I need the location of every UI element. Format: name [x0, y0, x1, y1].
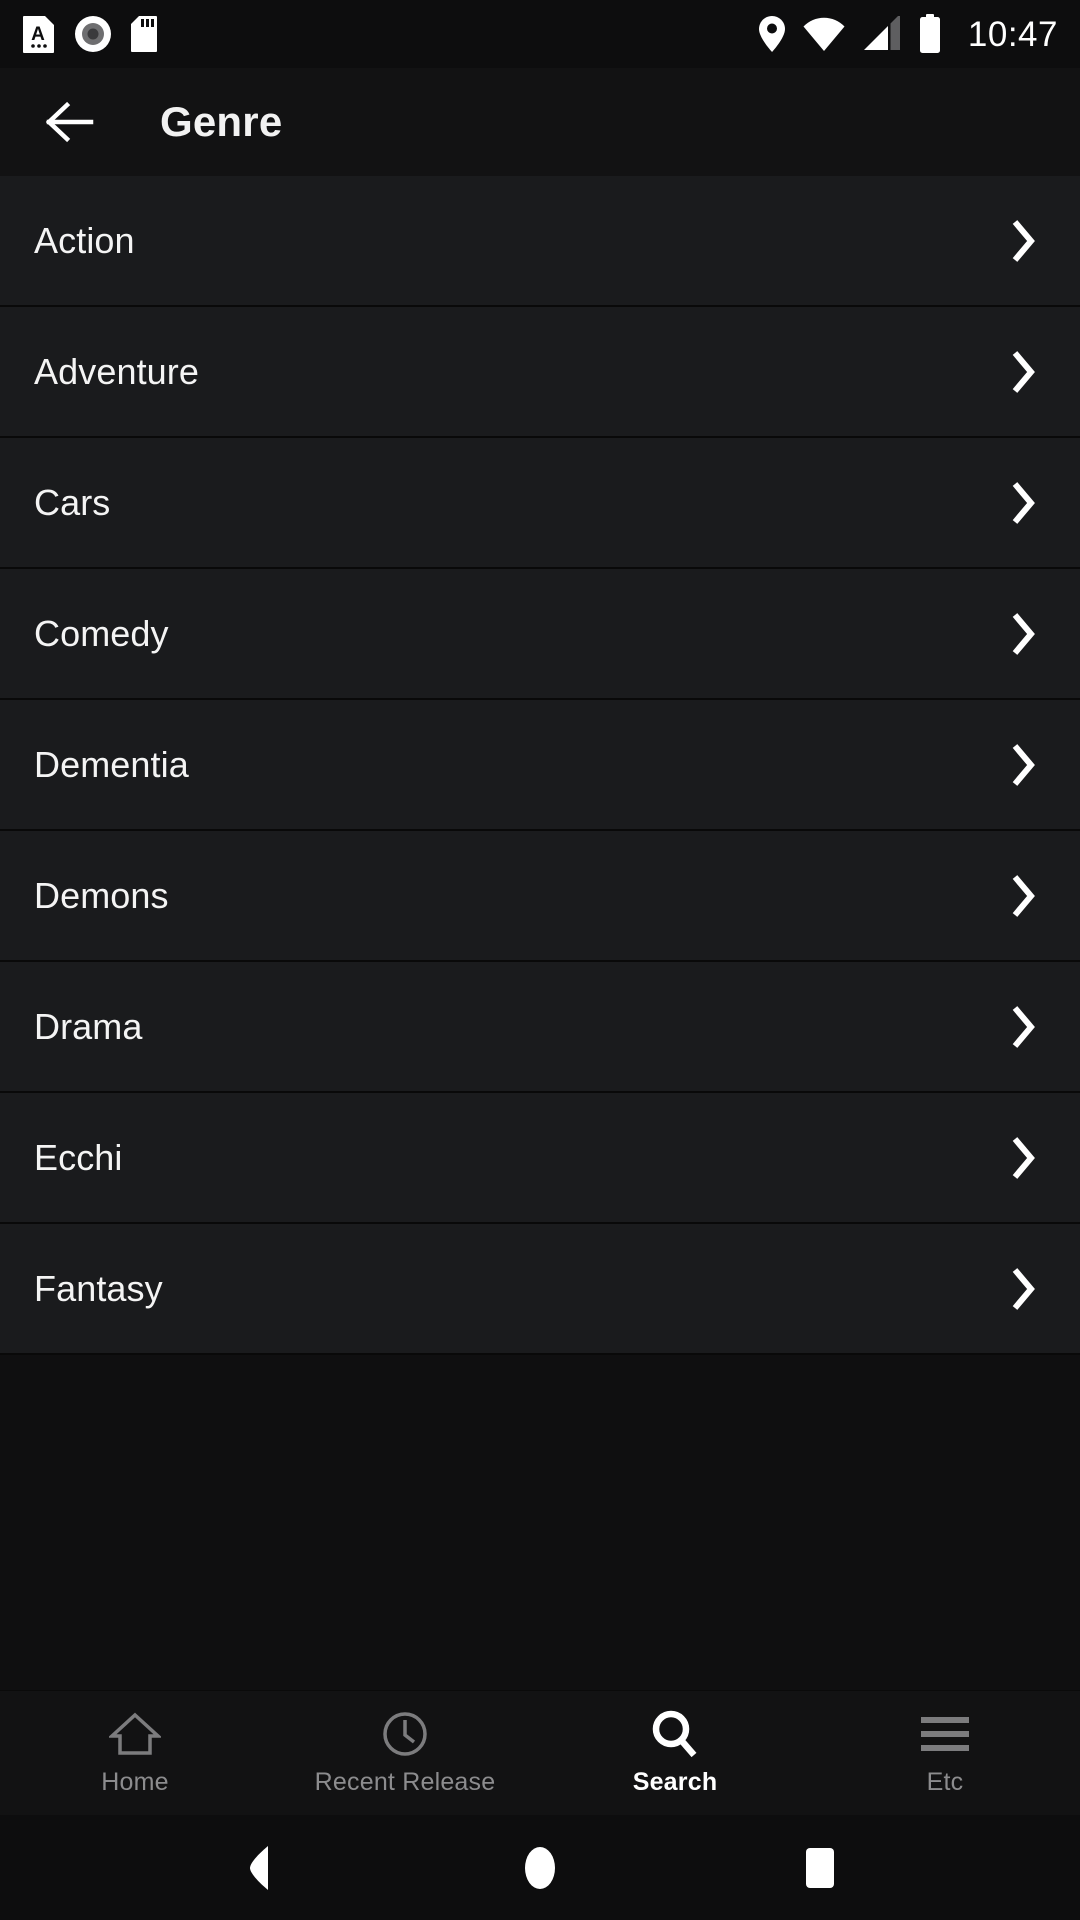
chevron-right-icon — [1008, 1134, 1038, 1182]
genre-list[interactable]: Action Adventure Cars Comedy Dementia De… — [0, 176, 1080, 1690]
status-bar-right-icons: 10:47 — [758, 14, 1058, 54]
status-bar-left-icons: A — [22, 15, 158, 53]
list-item-label: Comedy — [34, 612, 169, 654]
sd-card-icon — [131, 16, 157, 52]
cellular-signal-icon — [863, 16, 900, 50]
tab-search[interactable]: Search — [540, 1691, 810, 1815]
android-home-button[interactable] — [495, 1823, 585, 1913]
status-bar-clock: 10:47 — [967, 14, 1058, 54]
tab-home-label: Home — [101, 1767, 169, 1796]
list-item[interactable]: Drama — [0, 962, 1080, 1093]
arrow-left-icon — [46, 101, 94, 143]
android-system-nav — [0, 1815, 1080, 1920]
tab-etc[interactable]: Etc — [810, 1691, 1080, 1815]
chevron-right-icon — [1008, 741, 1038, 789]
android-recents-button[interactable] — [775, 1823, 865, 1913]
circle-icon — [525, 1846, 555, 1889]
list-item[interactable]: Dementia — [0, 700, 1080, 831]
tab-search-label: Search — [632, 1767, 718, 1796]
tab-recent-release[interactable]: Recent Release — [270, 1691, 540, 1815]
bottom-tab-bar: Home Recent Release Search Etc — [0, 1690, 1080, 1815]
document-a-icon: A — [23, 16, 54, 53]
list-item[interactable]: Adventure — [0, 307, 1080, 438]
battery-full-icon — [919, 14, 940, 53]
chevron-right-icon — [1008, 1003, 1038, 1051]
square-icon — [806, 1847, 834, 1888]
chevron-right-icon — [1008, 610, 1038, 658]
list-item[interactable]: Cars — [0, 438, 1080, 569]
list-item[interactable]: Fantasy — [0, 1224, 1080, 1355]
menu-icon — [918, 1710, 972, 1758]
list-item[interactable]: Comedy — [0, 569, 1080, 700]
list-item-label: Cars — [34, 481, 111, 523]
svg-text:A: A — [31, 24, 45, 45]
app-bar: Genre — [0, 68, 1080, 176]
status-bar: A 10:47 — [0, 0, 1080, 68]
location-pin-icon — [758, 16, 785, 52]
chevron-right-icon — [1008, 217, 1038, 265]
chevron-right-icon — [1008, 1265, 1038, 1313]
triangle-left-icon — [250, 1845, 268, 1890]
back-button[interactable] — [40, 90, 104, 154]
page-title: Genre — [160, 98, 283, 145]
list-item[interactable]: Ecchi — [0, 1093, 1080, 1224]
list-item[interactable]: Demons — [0, 831, 1080, 962]
tab-recent-release-label: Recent Release — [314, 1767, 496, 1796]
search-icon — [651, 1710, 699, 1758]
chevron-right-icon — [1008, 872, 1038, 920]
list-item-label: Adventure — [34, 350, 200, 392]
list-item-label: Ecchi — [34, 1136, 123, 1178]
tab-home[interactable]: Home — [0, 1691, 270, 1815]
list-item-label: Demons — [34, 874, 169, 916]
list-item-label: Action — [34, 219, 135, 261]
record-disc-icon — [75, 16, 111, 52]
home-icon — [109, 1710, 161, 1758]
genre-screen: A 10:47 Genre Action Adventure Cars Come… — [0, 0, 1080, 1920]
wifi-icon — [803, 17, 845, 51]
list-item[interactable]: Action — [0, 176, 1080, 307]
list-item-label: Drama — [34, 1005, 143, 1047]
tab-etc-label: Etc — [926, 1767, 964, 1796]
android-back-button[interactable] — [215, 1823, 305, 1913]
chevron-right-icon — [1008, 479, 1038, 527]
chevron-right-icon — [1008, 348, 1038, 396]
list-item-label: Fantasy — [34, 1267, 163, 1309]
clock-icon — [381, 1710, 429, 1758]
list-item-label: Dementia — [34, 743, 189, 785]
